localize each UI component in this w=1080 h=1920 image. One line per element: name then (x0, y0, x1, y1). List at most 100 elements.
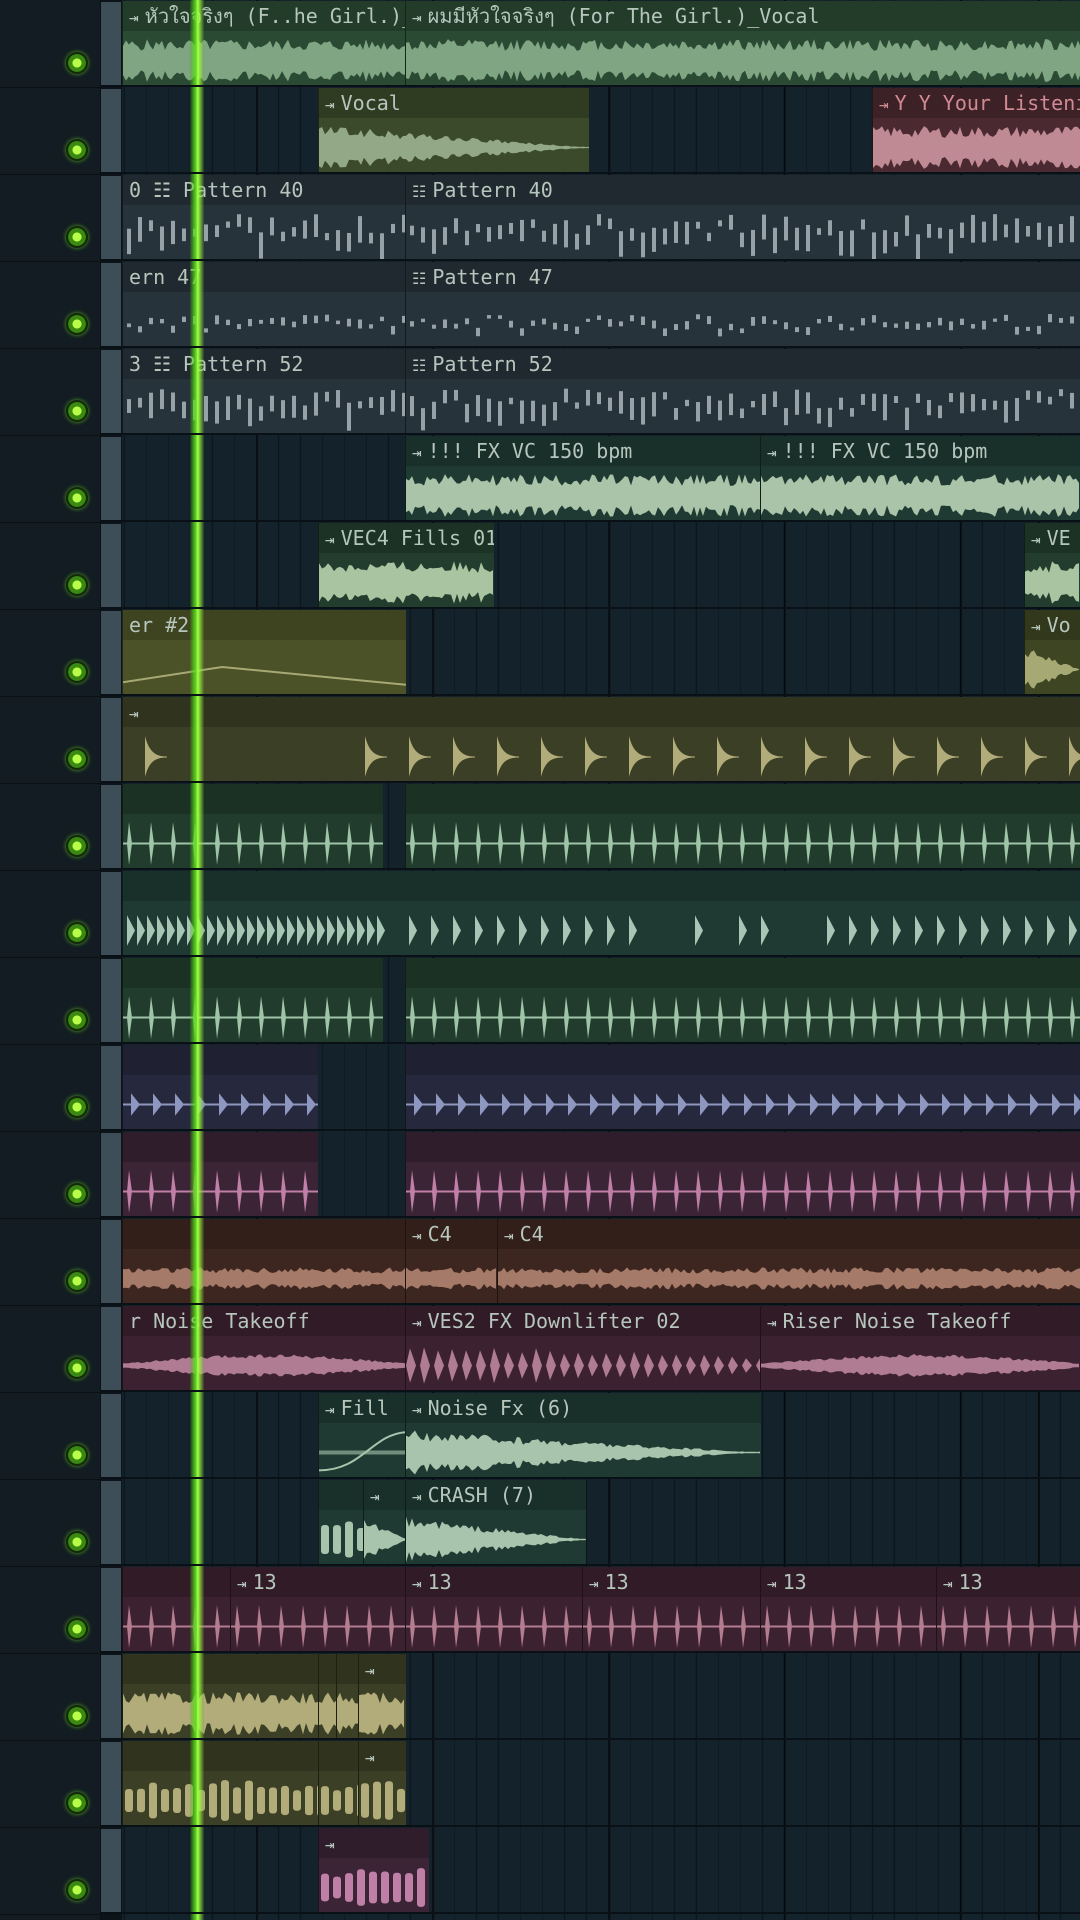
clip-title-bar[interactable] (123, 1567, 231, 1597)
led-icon[interactable] (66, 1618, 88, 1640)
clip-title-bar[interactable]: ⇥ หัวใจจริงๆ (F..he Girl.)_Vocal (123, 1, 406, 31)
clip-title-bar[interactable] (337, 1654, 359, 1684)
clip-title-bar[interactable]: ⇥ (359, 1654, 406, 1684)
led-icon[interactable] (66, 1183, 88, 1205)
clip-title-bar[interactable] (123, 958, 383, 988)
track-resize-handle[interactable] (101, 1046, 121, 1129)
led-icon[interactable] (66, 1879, 88, 1901)
track-resize-handle[interactable] (101, 1133, 121, 1216)
playlist-clip[interactable]: ⇥ (318, 1828, 429, 1913)
playlist-clip[interactable]: 3 ☷ Pattern 52 (122, 349, 406, 434)
led-icon[interactable] (66, 1096, 88, 1118)
playlist-clip[interactable] (122, 1741, 319, 1826)
track-resize-handle[interactable] (101, 1307, 121, 1390)
track-resize-handle[interactable] (101, 698, 121, 781)
clip-title-bar[interactable]: r Noise Takeoff (123, 1306, 406, 1336)
clip-title-bar[interactable]: ⇥ (123, 697, 1080, 727)
clip-title-bar[interactable]: ⇥ VEC4 Fills 019 (319, 523, 494, 553)
track-resize-handle[interactable] (101, 176, 121, 259)
clip-title-bar[interactable]: ⇥ 13 (406, 1567, 583, 1597)
led-icon[interactable] (66, 835, 88, 857)
led-icon[interactable] (66, 1009, 88, 1031)
playlist-clip[interactable]: ⇥ Riser Noise Takeoff (760, 1306, 1080, 1391)
led-icon[interactable] (66, 922, 88, 944)
clip-title-bar[interactable] (406, 1132, 1080, 1162)
track-resize-handle[interactable] (101, 1220, 121, 1303)
track-resize-handle[interactable] (101, 89, 121, 172)
playlist-clip[interactable] (122, 1219, 406, 1304)
track-resize-handle[interactable] (101, 1829, 121, 1912)
led-icon[interactable] (66, 1531, 88, 1553)
playlist-clip[interactable]: ☷ Pattern 40 (405, 175, 1080, 260)
playlist-clip[interactable]: ☷ Pattern 47 (405, 262, 1080, 347)
track-resize-handle[interactable] (101, 1655, 121, 1738)
playlist-clip[interactable] (122, 871, 1080, 956)
clip-title-bar[interactable]: ⇥ Vo (1025, 610, 1080, 640)
track-resize-handle[interactable] (101, 263, 121, 346)
clip-title-bar[interactable] (123, 1045, 318, 1075)
playlist-clip[interactable] (122, 1654, 319, 1739)
clip-title-bar[interactable] (319, 1654, 337, 1684)
track-resize-handle[interactable] (101, 959, 121, 1042)
track-resize-handle[interactable] (101, 437, 121, 520)
playlist-clip[interactable]: ⇥ VEC4 Fills 019 (318, 523, 494, 608)
led-icon[interactable] (66, 400, 88, 422)
clip-title-bar[interactable] (123, 1219, 406, 1249)
playlist-clip[interactable]: ⇥ 13 (230, 1567, 406, 1652)
playlist-clip[interactable]: er #2 (122, 610, 406, 695)
playhead-marker[interactable] (190, 0, 204, 1920)
playlist-clip[interactable]: ⇥ (358, 1741, 406, 1826)
clip-title-bar[interactable]: ⇥ C4 (406, 1219, 498, 1249)
playlist-clip[interactable] (405, 958, 1080, 1043)
track-resize-handle[interactable] (101, 1742, 121, 1825)
track-resize-handle[interactable] (101, 872, 121, 955)
playlist-clip[interactable] (122, 1567, 231, 1652)
clip-title-bar[interactable] (406, 958, 1080, 988)
clip-title-bar[interactable]: ⇥ Riser Noise Takeoff (761, 1306, 1080, 1336)
clip-title-bar[interactable] (123, 784, 383, 814)
clip-title-bar[interactable] (123, 1654, 319, 1684)
playlist-clip[interactable]: ⇥ 13 (582, 1567, 761, 1652)
led-icon[interactable] (66, 487, 88, 509)
playlist-clip[interactable]: ⇥ 13 (760, 1567, 937, 1652)
playlist-clip[interactable]: ⇥ (358, 1654, 406, 1739)
clip-title-bar[interactable]: ⇥ !!! FX VC 150 bpm (761, 436, 1080, 466)
clip-title-bar[interactable]: ⇥ 13 (231, 1567, 406, 1597)
playlist-clip[interactable] (318, 1480, 364, 1565)
clip-title-bar[interactable]: ⇥ !!! FX VC 150 bpm (406, 436, 761, 466)
clip-title-bar[interactable]: ⇥ C4 (498, 1219, 1080, 1249)
track-resize-handle[interactable] (101, 1394, 121, 1477)
track-resize-handle[interactable] (101, 1568, 121, 1651)
playlist-clip[interactable]: ⇥ VE (1024, 523, 1080, 608)
led-icon[interactable] (66, 748, 88, 770)
clip-title-bar[interactable]: ⇥ 13 (937, 1567, 1080, 1597)
clip-title-bar[interactable]: ⇥ CRASH (7) (406, 1480, 586, 1510)
playlist-clip[interactable]: ⇥ !!! FX VC 150 bpm (760, 436, 1080, 521)
track-resize-handle[interactable] (101, 611, 121, 694)
led-icon[interactable] (66, 1357, 88, 1379)
led-icon[interactable] (66, 1270, 88, 1292)
clip-title-bar[interactable]: ☷ Pattern 47 (406, 262, 1080, 292)
led-icon[interactable] (66, 139, 88, 161)
clip-title-bar[interactable]: ⇥ (319, 1828, 429, 1858)
playlist-clip[interactable] (405, 1045, 1080, 1130)
clip-title-bar[interactable]: ⇥ VES2 FX Downlifter 02 (406, 1306, 761, 1336)
playlist-clip[interactable]: 0 ☷ Pattern 40 (122, 175, 406, 260)
playlist-clip[interactable]: ⇥ หัวใจจริงๆ (F..he Girl.)_Vocal (122, 1, 406, 86)
playlist-clip[interactable] (405, 784, 1080, 869)
playlist-clip[interactable]: ⇥ (122, 697, 1080, 782)
clip-title-bar[interactable] (123, 871, 1080, 901)
clip-title-bar[interactable] (406, 784, 1080, 814)
playlist-clip[interactable] (122, 1132, 318, 1217)
clip-title-bar[interactable]: er #2 (123, 610, 406, 640)
clip-title-bar[interactable]: ☷ Pattern 40 (406, 175, 1080, 205)
track-resize-handle[interactable] (101, 524, 121, 607)
playlist-clip[interactable]: ☷ Pattern 52 (405, 349, 1080, 434)
clip-title-bar[interactable]: ern 47 (123, 262, 406, 292)
led-icon[interactable] (66, 661, 88, 683)
playlist-clip[interactable]: r Noise Takeoff (122, 1306, 406, 1391)
playlist-clip[interactable]: ⇥ VES2 FX Downlifter 02 (405, 1306, 761, 1391)
playlist-clip[interactable] (122, 958, 383, 1043)
clip-title-bar[interactable]: ⇥ Vocal (319, 88, 589, 118)
clip-title-bar[interactable]: ☷ Pattern 52 (406, 349, 1080, 379)
